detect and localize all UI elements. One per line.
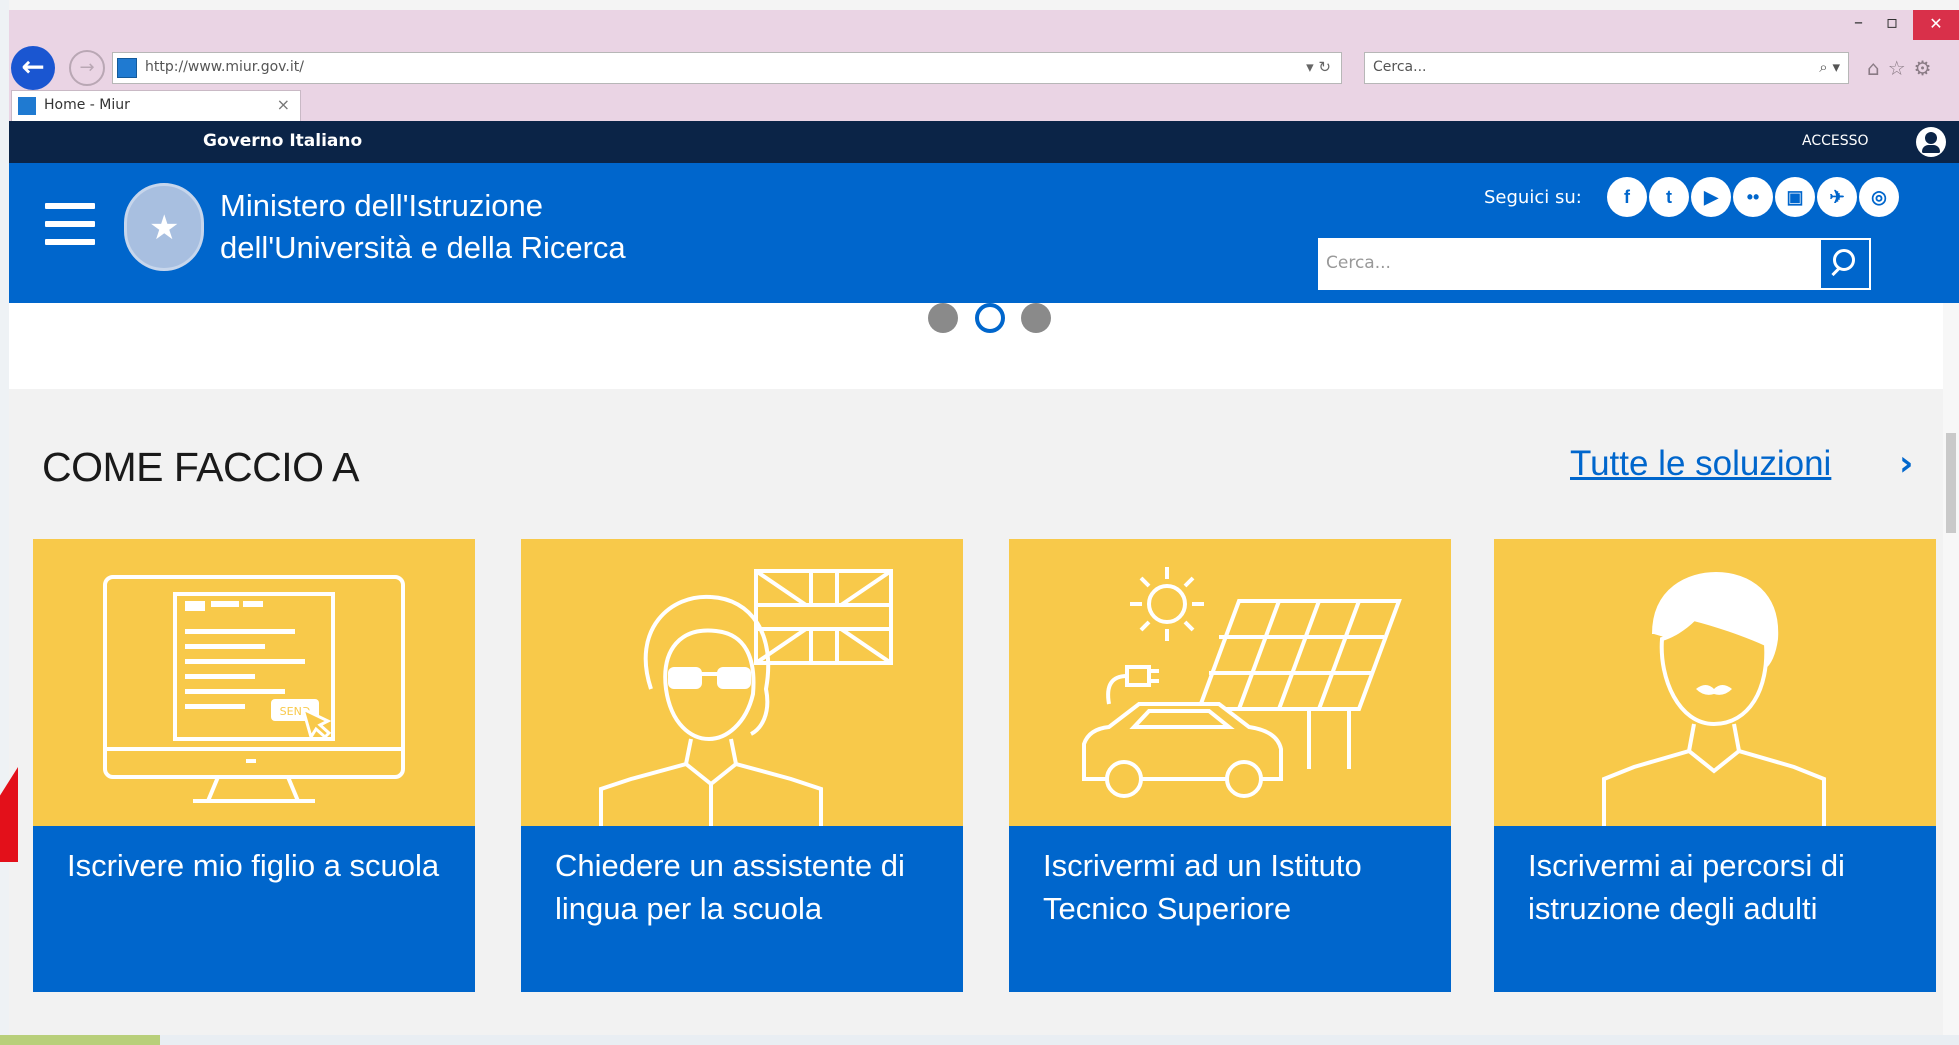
arrow-left-icon: ← (21, 50, 45, 83)
browser-search-controls[interactable]: ⌕ ▾ (1819, 58, 1840, 76)
card-label[interactable]: Chiedere un assistente di lingua per la … (555, 844, 943, 930)
italian-republic-emblem-icon: ★ (124, 183, 204, 271)
browser-search-box[interactable]: Cerca... ⌕ ▾ (1364, 52, 1849, 84)
maximize-button[interactable]: ▫ (1886, 12, 1898, 33)
hamburger-menu-icon[interactable] (45, 203, 95, 247)
carousel-dot-3[interactable] (1021, 303, 1051, 333)
solar-car-icon (1009, 539, 1451, 826)
card-adult-education[interactable]: Iscrivermi ai percorsi di istruzione deg… (1494, 539, 1936, 992)
facebook-icon[interactable]: f (1607, 177, 1647, 217)
tab-favicon-icon (18, 97, 36, 115)
tab-title: Home - Miur (44, 97, 130, 113)
government-bar: Governo Italiano ACCESSO (9, 121, 1959, 163)
frame-left (0, 0, 9, 1045)
telegram-icon[interactable]: ✈ (1817, 177, 1857, 217)
site-search-placeholder: Cerca... (1326, 253, 1391, 273)
access-link[interactable]: ACCESSO (1802, 133, 1869, 149)
slideshare-icon[interactable]: ▣ (1775, 177, 1815, 217)
section-title: COME FACCIO A (42, 444, 360, 490)
card-enroll-child[interactable]: SEND Iscrivere mio figlio a scuola (33, 539, 475, 992)
browser-tab[interactable]: Home - Miur × (11, 90, 301, 121)
address-bar[interactable]: http://www.miur.gov.it/ ▾ ↻ (112, 52, 1342, 84)
url-text[interactable]: http://www.miur.gov.it/ (145, 59, 304, 75)
frame-bottom (0, 1035, 1959, 1045)
browser-search-placeholder: Cerca... (1373, 59, 1427, 75)
computer-form-icon: SEND (33, 539, 475, 826)
site-header: ★ Ministero dell'Istruzione dell'Univers… (9, 163, 1959, 303)
all-solutions-link[interactable]: Tutte le soluzioni (1570, 444, 1831, 484)
minimize-button[interactable]: – (1854, 12, 1863, 33)
card-label[interactable]: Iscrivere mio figlio a scuola (67, 844, 455, 887)
youtube-icon[interactable]: ▶ (1691, 177, 1731, 217)
government-label[interactable]: Governo Italiano (203, 131, 362, 151)
site-title-line1: Ministero dell'Istruzione (220, 188, 543, 223)
card-technical-institute[interactable]: Iscrivermi ad un Istituto Tecnico Superi… (1009, 539, 1451, 992)
adult-man-icon (1494, 539, 1936, 826)
carousel-dot-1[interactable] (928, 303, 958, 333)
carousel-dot-2-active[interactable] (975, 303, 1005, 333)
how-do-i-section: COME FACCIO A Tutte le soluzioni › SEND … (9, 389, 1959, 1035)
arrow-right-icon: → (79, 57, 95, 78)
back-button[interactable]: ← (11, 46, 55, 90)
browser-chrome: – ▫ ✕ ← → http://www.miur.gov.it/ ▾ ↻ Ce… (9, 10, 1959, 121)
close-tab-icon[interactable]: × (277, 95, 290, 114)
card-language-assistant[interactable]: Chiedere un assistente di lingua per la … (521, 539, 963, 992)
chevron-right-icon[interactable]: › (1899, 444, 1913, 484)
forward-button[interactable]: → (69, 50, 105, 86)
frame-top (0, 0, 1959, 10)
close-window-button[interactable]: ✕ (1913, 10, 1959, 40)
flickr-icon[interactable]: •• (1733, 177, 1773, 217)
social-links: f t ▶ •• ▣ ✈ ◎ (1607, 177, 1901, 217)
card-label[interactable]: Iscrivermi ad un Istituto Tecnico Superi… (1043, 844, 1431, 930)
teacher-uk-flag-icon (521, 539, 963, 826)
site-title-line2: dell'Università e della Ricerca (220, 230, 626, 265)
carousel-area (9, 303, 1959, 389)
site-favicon-icon (117, 58, 137, 78)
follow-us-label: Seguici su: (1484, 187, 1582, 208)
search-button[interactable] (1819, 238, 1871, 290)
card-label[interactable]: Iscrivermi ai percorsi di istruzione deg… (1528, 844, 1916, 930)
twitter-icon[interactable]: t (1649, 177, 1689, 217)
scrollbar-thumb[interactable] (1946, 433, 1956, 533)
address-controls[interactable]: ▾ ↻ (1306, 58, 1331, 76)
user-icon[interactable] (1916, 127, 1946, 157)
site-title[interactable]: Ministero dell'Istruzione dell'Universit… (220, 185, 626, 269)
site-search-field[interactable]: Cerca... (1318, 238, 1871, 290)
page-scrollbar[interactable] (1943, 303, 1959, 1035)
toolbar-home-star-gear-icons[interactable]: ⌂☆⚙ (1867, 56, 1940, 80)
instagram-icon[interactable]: ◎ (1859, 177, 1899, 217)
